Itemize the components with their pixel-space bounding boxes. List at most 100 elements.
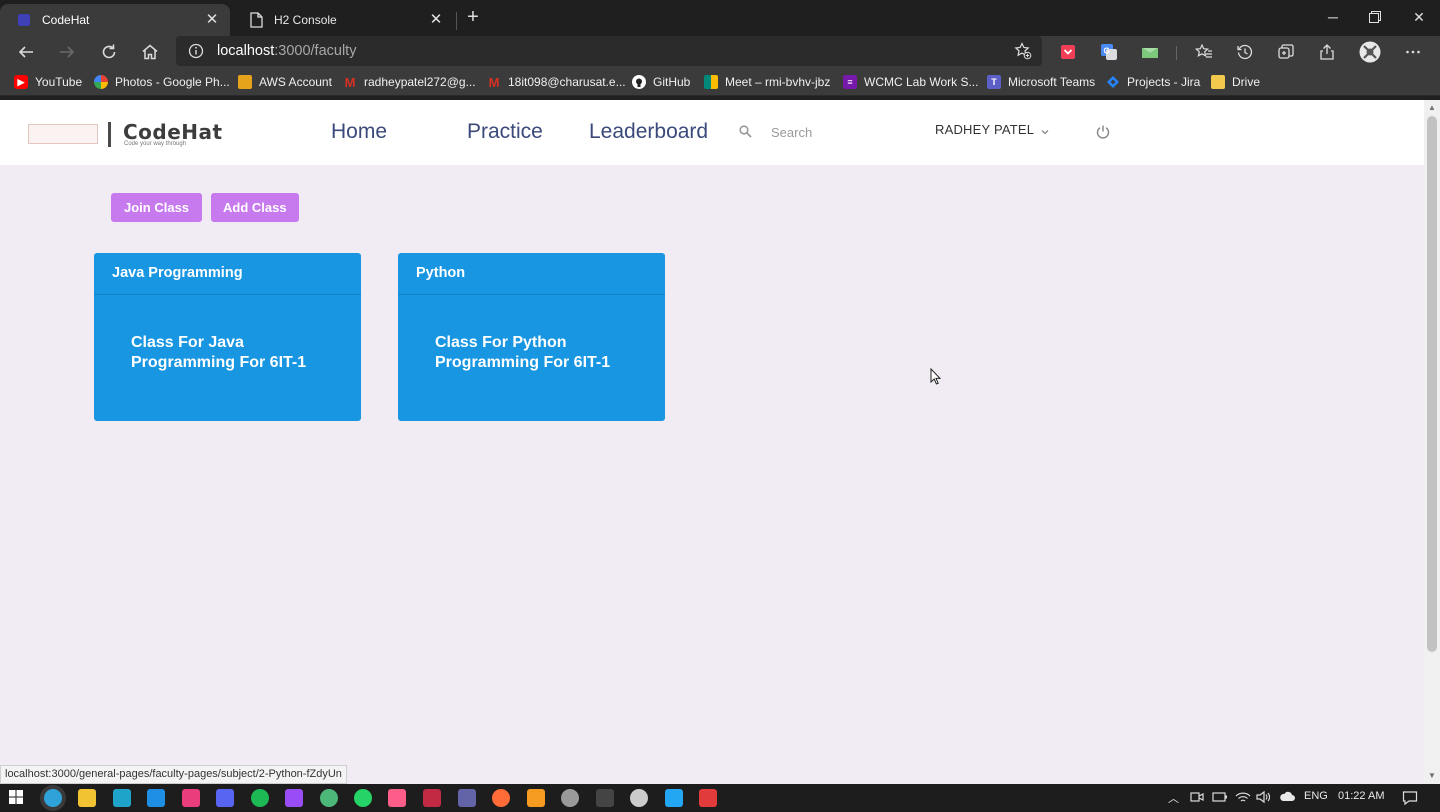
onedrive-cloud-icon[interactable] [1279,790,1295,807]
forward-icon[interactable] [55,40,79,64]
vscode-icon[interactable] [665,789,683,807]
nav-leaderboard[interactable]: Leaderboard [589,120,708,144]
bookmark-youtube[interactable]: ▶ YouTube [14,73,82,91]
tab-h2-console[interactable]: H2 Console ✕ [232,4,454,36]
add-class-button[interactable]: Add Class [211,193,299,222]
teams-icon: T [987,75,1001,89]
user-name: RADHEY PATEL [935,122,1035,137]
share-icon[interactable] [1315,40,1339,64]
intellij-icon[interactable] [388,789,406,807]
language-indicator[interactable]: ENG [1304,790,1328,802]
close-icon[interactable]: ✕ [204,12,220,28]
minimize-icon[interactable]: ─ [1310,0,1356,34]
bookmark-aws-account[interactable]: AWS Account [238,73,332,91]
bookmark-google-photos[interactable]: Photos - Google Ph... [94,73,230,91]
page-scrollbar[interactable]: ▲ ▼ [1424,100,1440,784]
edge-icon[interactable] [44,789,62,807]
bookmark-label: Drive [1232,75,1261,89]
notifications-icon[interactable] [1402,790,1418,809]
discord-icon[interactable] [216,789,234,807]
nav-home[interactable]: Home [331,120,387,144]
add-favorite-icon[interactable] [1014,42,1032,60]
mail-icon[interactable] [147,789,165,807]
history-icon[interactable] [1233,40,1257,64]
bookmark-google-meet[interactable]: Meet – rmi-bvhv-jbz [704,73,830,91]
brackets-icon[interactable] [423,789,441,807]
class-card-description: Class For Java Programming For 6IT-1 [131,334,307,371]
tab-codehat[interactable]: CodeHat ✕ [0,4,230,36]
logo-divider [108,122,111,147]
toolbar-separator [1176,46,1177,60]
postman-icon[interactable] [492,789,510,807]
codehat-logo[interactable]: CodeHat Code your way through [28,120,243,148]
sublime-icon[interactable] [527,789,545,807]
join-class-button[interactable]: Join Class [111,193,203,222]
bookmark-gmail-personal[interactable]: M radheypatel272@g... [343,73,476,91]
home-icon[interactable] [138,40,162,64]
github-icon [632,75,646,89]
screen-recorder-icon[interactable] [699,789,717,807]
bookmark-drive-folder[interactable]: Drive [1211,73,1260,91]
spotify-icon[interactable] [251,789,269,807]
bookmark-wcmc-lab[interactable]: ≡ WCMC Lab Work S... [843,73,978,91]
logo-tagline: Code your way through [124,141,187,147]
logout-power-icon[interactable] [1095,124,1111,140]
search-icon [739,125,752,138]
file-explorer-icon[interactable] [78,789,96,807]
profile-avatar-icon[interactable] [1358,40,1382,64]
more-options-icon[interactable] [1401,40,1425,64]
github-desktop-icon[interactable] [630,789,648,807]
address-bar[interactable]: localhost:3000/faculty [176,36,1042,66]
meet-now-icon[interactable] [1190,790,1204,807]
class-card-python[interactable]: Python Class For Python Programming For … [398,253,665,421]
terminal-icon[interactable] [596,789,614,807]
google-meet-icon [704,75,718,89]
bookmark-microsoft-teams[interactable]: T Microsoft Teams [987,73,1095,91]
scrollbar-thumb[interactable] [1427,116,1437,652]
logo-mark [28,124,98,144]
user-menu[interactable]: RADHEY PATEL [935,122,1050,137]
class-card-java[interactable]: Java Programming Class For Java Programm… [94,253,361,421]
scroll-up-icon[interactable]: ▲ [1428,104,1436,112]
back-icon[interactable] [14,40,38,64]
whatsapp-icon[interactable] [354,789,372,807]
search-input[interactable] [764,120,914,144]
bookmark-gmail-college[interactable]: M 18it098@charusat.e... [487,73,626,91]
bookmark-label: Microsoft Teams [1008,75,1096,89]
nav-practice[interactable]: Practice [467,120,543,144]
bookmark-label: AWS Account [259,75,332,89]
new-tab-icon[interactable]: + [463,7,483,27]
bookmark-label: radheypatel272@g... [364,75,476,89]
l-app-icon[interactable] [113,789,131,807]
scroll-down-icon[interactable]: ▼ [1428,772,1436,780]
refresh-icon[interactable] [97,40,121,64]
volume-icon[interactable] [1256,790,1272,807]
aws-icon [238,75,252,89]
bookmark-jira[interactable]: Projects - Jira [1106,73,1200,91]
show-hidden-icons-icon[interactable]: ︿ [1168,790,1179,806]
pocket-extension-icon[interactable] [1056,40,1080,64]
battery-icon[interactable] [1212,790,1228,807]
windows-start-icon[interactable] [8,789,26,807]
mail-checker-extension-icon[interactable] [1138,40,1162,64]
translate-extension-icon[interactable]: G [1097,40,1121,64]
site-info-icon[interactable] [188,43,204,59]
premiere-icon[interactable] [285,789,303,807]
system-clock[interactable]: 01:22 AM [1338,790,1384,802]
svg-text:G: G [1104,47,1110,56]
bookmark-label: 18it098@charusat.e... [508,75,626,89]
bookmark-github[interactable]: GitHub [632,73,690,91]
chevron-down-icon [1040,125,1050,135]
restore-icon[interactable] [1352,0,1398,34]
tab-title: CodeHat [42,13,90,27]
browser-toolbar: localhost:3000/faculty G [0,36,1440,68]
close-icon[interactable]: ✕ [428,12,444,28]
obs-icon[interactable] [561,789,579,807]
favorites-icon[interactable] [1192,40,1216,64]
media-player-icon[interactable] [182,789,200,807]
collections-icon[interactable] [1274,40,1298,64]
teams-icon[interactable] [458,789,476,807]
maps-icon[interactable] [320,789,338,807]
wifi-icon[interactable] [1235,790,1251,807]
window-close-icon[interactable]: ✕ [1396,0,1440,34]
